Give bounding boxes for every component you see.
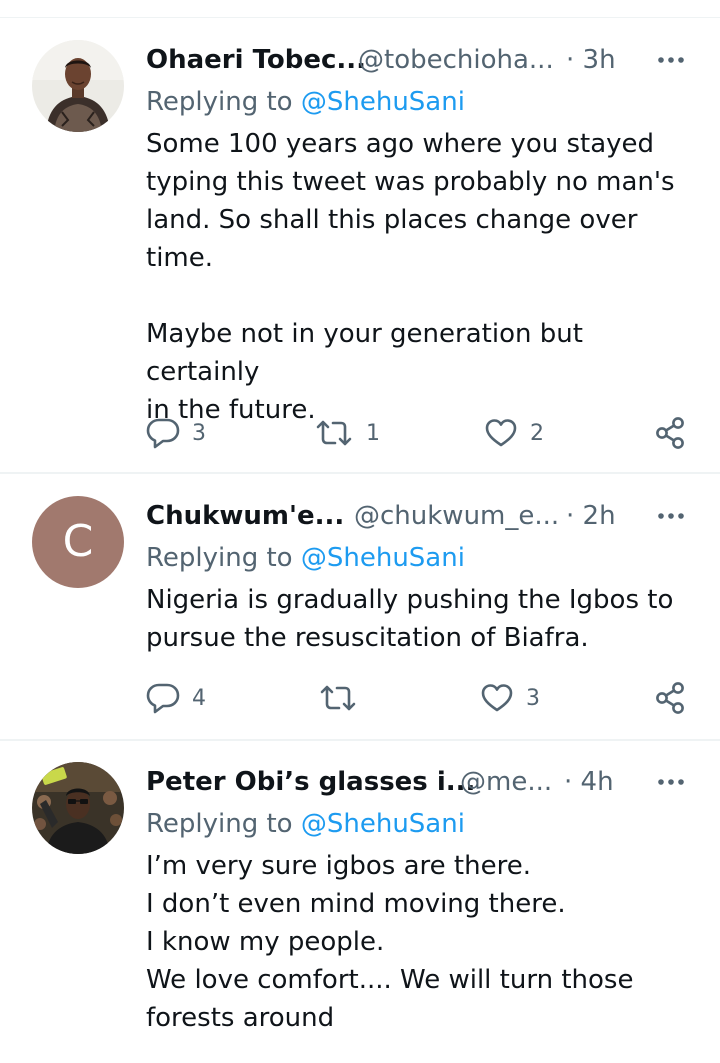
timestamp[interactable]: · 2h: [566, 499, 616, 533]
tweet-text: Nigeria is gradually pushing the Igbos t…: [146, 585, 674, 653]
like-button[interactable]: 3: [480, 680, 540, 716]
mention-link[interactable]: @ShehuSani: [301, 809, 465, 839]
reply-icon: [146, 418, 180, 449]
avatar-letter: C: [62, 516, 94, 567]
retweet-icon: [316, 420, 352, 446]
tweet-text: I’m very sure igbos are there. I don’t e…: [146, 851, 634, 1033]
author-handle[interactable]: @me...: [460, 765, 552, 799]
retweet-button[interactable]: 1: [314, 415, 380, 451]
timestamp[interactable]: · 3h: [566, 43, 616, 77]
author-name[interactable]: Chukwum'e...: [146, 499, 344, 533]
share-icon: [656, 682, 684, 714]
tweet-header: Chukwum'e... @chukwum_e... · 2h: [146, 499, 696, 533]
more-options-button[interactable]: [654, 43, 688, 77]
retweet-icon: [320, 685, 356, 711]
author-handle[interactable]: @chukwum_e...: [354, 499, 559, 533]
author-name[interactable]: Peter Obi’s glasses i...: [146, 765, 475, 799]
mention-link[interactable]: @ShehuSani: [301, 87, 465, 117]
tweet-item[interactable]: Ohaeri Tobec... @tobechioha... · 3h Repl…: [0, 0, 720, 470]
more-options-button[interactable]: [654, 499, 688, 533]
reply-button[interactable]: 4: [146, 680, 206, 716]
avatar[interactable]: [32, 40, 124, 132]
replying-to: Replying to @ShehuSani: [146, 807, 465, 841]
author-name[interactable]: Ohaeri Tobec...: [146, 43, 366, 77]
tweet-item[interactable]: Peter Obi’s glasses i... @me... · 4h Rep…: [0, 741, 720, 1063]
heart-icon: [485, 419, 517, 447]
replying-prefix: Replying to: [146, 543, 301, 573]
tweet-header: Peter Obi’s glasses i... @me... · 4h: [146, 765, 696, 799]
replying-to: Replying to @ShehuSani: [146, 85, 465, 119]
avatar[interactable]: [32, 762, 124, 854]
heart-icon: [481, 684, 513, 712]
replying-to: Replying to @ShehuSani: [146, 541, 465, 575]
timestamp[interactable]: · 4h: [564, 765, 614, 799]
tweet-header: Ohaeri Tobec... @tobechioha... · 3h: [146, 43, 696, 77]
tweet-text: Some 100 years ago where you stayed typi…: [146, 129, 675, 425]
profile-photo-icon: [32, 762, 124, 854]
more-icon: [658, 779, 684, 785]
avatar[interactable]: C: [32, 496, 124, 588]
share-button[interactable]: [654, 415, 686, 451]
more-icon: [658, 57, 684, 63]
reply-count: 4: [192, 685, 206, 711]
mention-link[interactable]: @ShehuSani: [301, 543, 465, 573]
reply-button[interactable]: 3: [146, 415, 206, 451]
tweet-item[interactable]: C Chukwum'e... @chukwum_e... · 2h Replyi…: [0, 474, 720, 738]
like-button[interactable]: 2: [484, 415, 544, 451]
reply-count: 3: [192, 420, 206, 446]
share-icon: [656, 417, 684, 449]
author-handle[interactable]: @tobechioha...: [358, 43, 554, 77]
like-count: 2: [530, 420, 544, 446]
replying-prefix: Replying to: [146, 87, 301, 117]
share-button[interactable]: [654, 680, 686, 716]
replying-prefix: Replying to: [146, 809, 301, 839]
profile-photo-icon: [32, 40, 124, 132]
like-count: 3: [526, 685, 540, 711]
retweet-count: 1: [366, 420, 380, 446]
more-icon: [658, 513, 684, 519]
more-options-button[interactable]: [654, 765, 688, 799]
reply-icon: [146, 683, 180, 714]
retweet-button[interactable]: [318, 680, 358, 716]
